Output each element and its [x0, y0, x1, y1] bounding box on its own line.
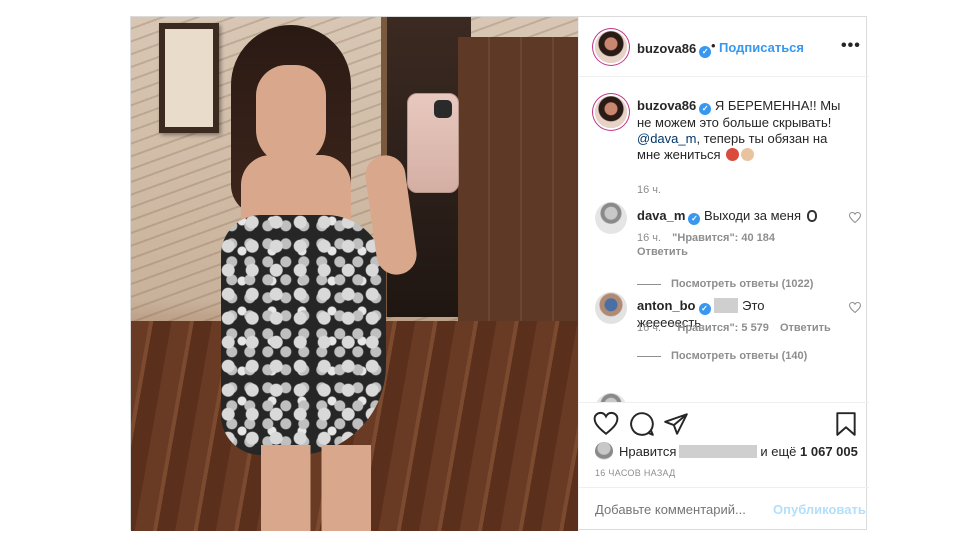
follow-button[interactable]: Подписаться	[719, 40, 804, 55]
view-replies-label: Посмотреть ответы (140)	[671, 350, 808, 362]
more-icon[interactable]: •••	[841, 37, 861, 55]
post-action-bar	[579, 402, 869, 450]
bookmark-icon[interactable]	[833, 411, 859, 437]
verified-icon: ✓	[688, 213, 701, 225]
comment-like-heart-icon[interactable]	[849, 302, 861, 313]
instagram-post: buzova86 ✓ • Подписаться ••• buzova86 ✓ Я …	[130, 16, 869, 531]
photo-phone	[407, 93, 459, 193]
comment-timestamp: 16 ч.	[637, 232, 662, 244]
comment-input[interactable]	[595, 502, 765, 517]
comment-avatar[interactable]	[595, 202, 627, 234]
comment-avatar[interactable]	[595, 292, 627, 324]
post-timestamp[interactable]: 16 ЧАСОВ НАЗАД	[595, 468, 676, 478]
view-replies-line	[637, 355, 661, 357]
comment-likes[interactable]: "Нравится": 5 579	[672, 322, 769, 334]
photo-person	[201, 25, 459, 531]
liker-avatar[interactable]	[595, 442, 613, 460]
verified-icon: ✓	[698, 303, 711, 315]
comment-username[interactable]: anton_bo	[637, 298, 696, 313]
comment-meta: 16 ч. "Нравится": 40 184	[637, 232, 775, 244]
redacted-block	[679, 445, 758, 458]
comment-like-heart-icon[interactable]	[849, 212, 861, 223]
caption-username[interactable]: buzova86	[637, 98, 696, 113]
comment-actions: Ответить	[637, 246, 688, 258]
comment-timestamp: 16 ч.	[637, 322, 662, 334]
view-replies-button[interactable]: Посмотреть ответы (1022)	[637, 278, 813, 290]
comment-username[interactable]: dava_m	[637, 208, 685, 223]
fist-emoji-icon	[741, 148, 755, 161]
caption-avatar[interactable]	[595, 96, 627, 128]
photo-legs	[261, 445, 371, 531]
publish-button[interactable]: Опубликовать	[773, 502, 866, 517]
likes-suffix: и ещё	[760, 444, 797, 459]
view-replies-button[interactable]: Посмотреть ответы (140)	[637, 350, 807, 362]
header-separator: •	[711, 38, 716, 53]
post-side-panel: buzova86 ✓ • Подписаться ••• buzova86 ✓ Я …	[578, 17, 869, 531]
photo-sequin-dress	[221, 215, 386, 455]
devil-emoji-icon	[726, 148, 740, 161]
post-photo[interactable]	[131, 17, 578, 531]
likes-prefix: Нравится	[619, 444, 677, 459]
author-username[interactable]: buzova86	[637, 41, 696, 56]
heart-icon[interactable]	[593, 411, 619, 437]
verified-icon: ✓	[699, 103, 712, 115]
view-replies-line	[637, 283, 661, 285]
reply-button[interactable]: Ответить	[637, 246, 688, 258]
photo-phone-camera	[434, 100, 452, 118]
likes-count[interactable]: 1 067 005	[800, 444, 858, 459]
comments-list[interactable]: buzova86 ✓ Я БЕРЕМЕННА!! Мы не можем это …	[579, 78, 869, 402]
comment-item-partial	[595, 393, 860, 402]
redacted-block	[714, 298, 739, 313]
comment-likes[interactable]: "Нравится": 40 184	[672, 232, 775, 244]
author-username-row: buzova86 ✓	[637, 40, 712, 58]
comment-text: dava_m ✓ Выходи за меня	[637, 208, 827, 225]
comment-body: Выходи за меня	[704, 208, 802, 223]
caption-mention-link[interactable]: @dava_m	[637, 131, 696, 146]
reply-button[interactable]: Ответить	[780, 322, 831, 334]
ring-emoji-icon	[806, 210, 817, 222]
photo-face	[256, 65, 326, 165]
post-header: buzova86 ✓ • Подписаться •••	[579, 17, 869, 77]
likes-text: Нравится и ещё 1 067 005	[619, 444, 858, 459]
caption-text: buzova86 ✓ Я БЕРЕМЕННА!! Мы не можем это …	[637, 98, 852, 163]
share-icon[interactable]	[663, 411, 689, 437]
view-replies-label: Посмотреть ответы (1022)	[671, 278, 814, 290]
add-comment-bar: Опубликовать	[579, 487, 869, 531]
comment-meta: 16 ч. "Нравится": 5 579 Ответить	[637, 322, 831, 334]
caption-timestamp: 16 ч.	[637, 184, 662, 196]
comment-icon[interactable]	[629, 411, 655, 437]
author-avatar[interactable]	[595, 31, 627, 63]
comment-avatar[interactable]	[595, 393, 627, 402]
verified-icon: ✓	[699, 46, 712, 58]
